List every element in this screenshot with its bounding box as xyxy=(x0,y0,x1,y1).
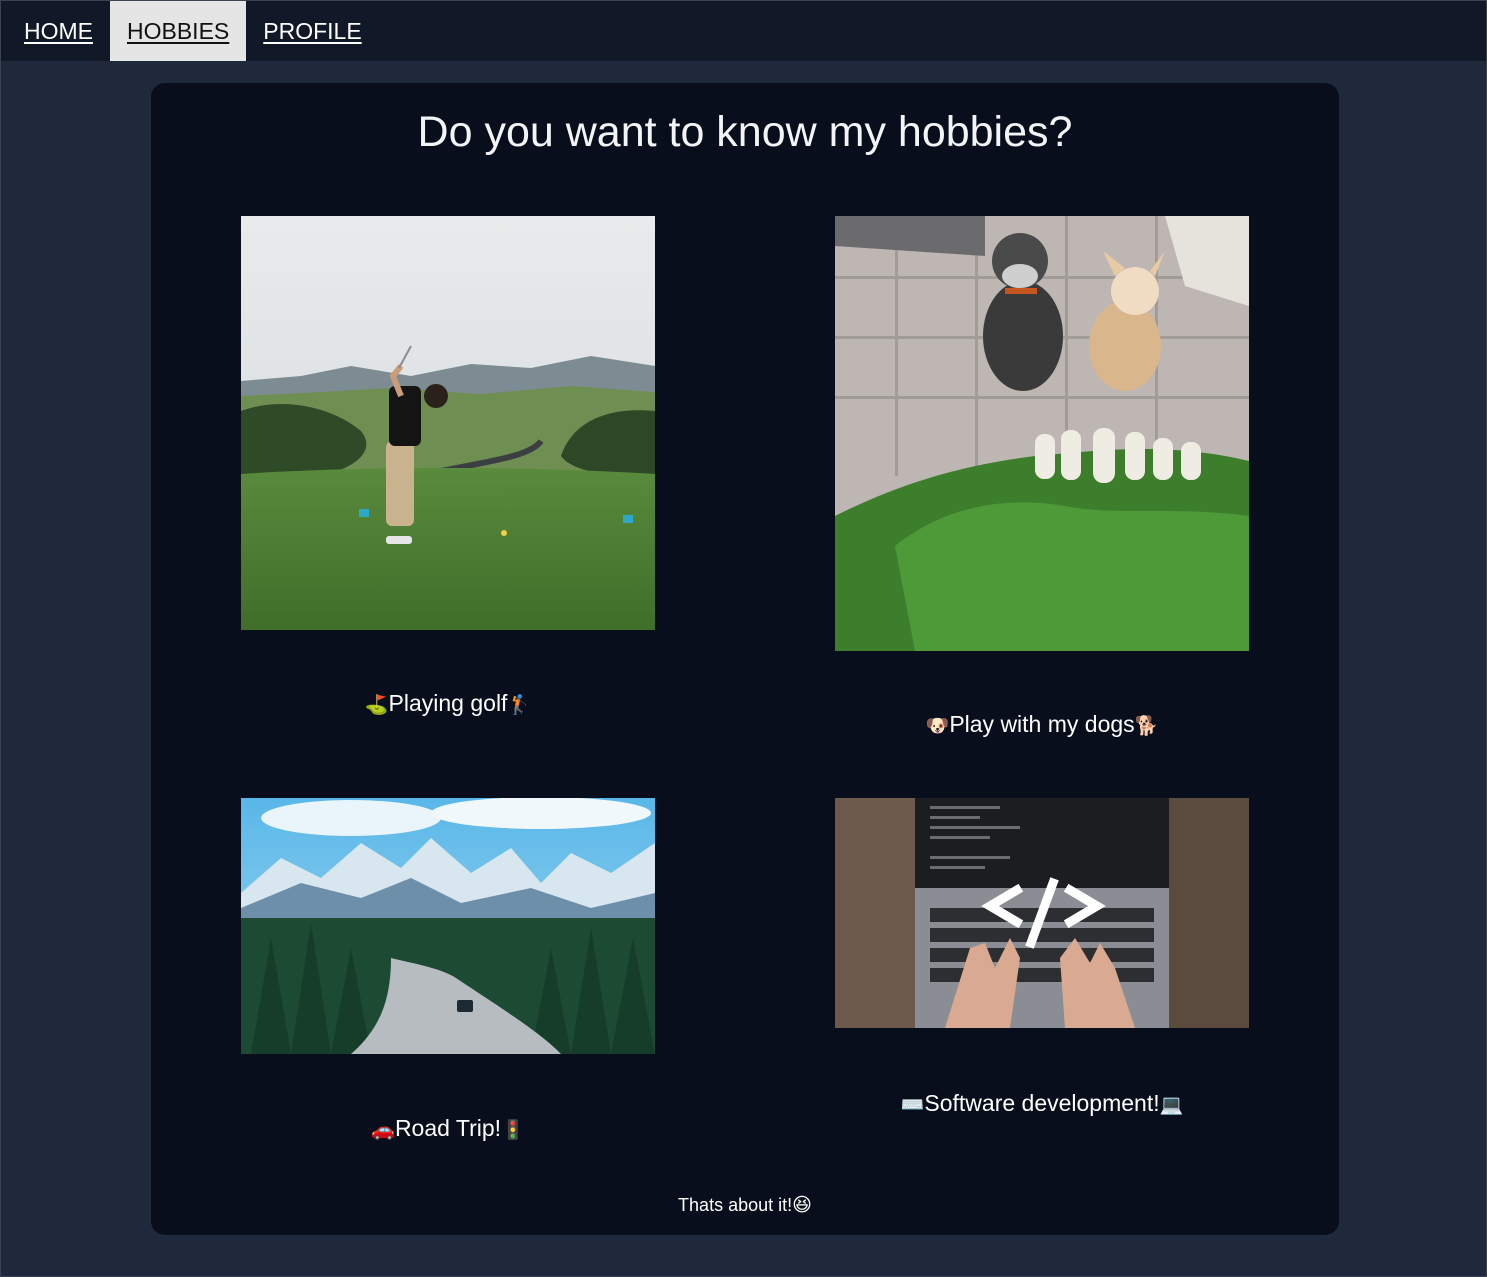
car-emoji: 🚗 xyxy=(371,1120,395,1141)
dog-face-emoji: 🐶 xyxy=(925,716,950,737)
dog-emoji: 🐕 xyxy=(1134,716,1159,737)
hobby-caption-road-trip: 🚗Road Trip!🚦 xyxy=(241,1115,655,1142)
nav-home-link[interactable]: HOME xyxy=(1,1,110,61)
hobby-label: Playing golf xyxy=(388,690,508,716)
footer-note: Thats about it!😆 xyxy=(151,1194,1339,1217)
hobby-caption-software: ⌨️Software development!💻 xyxy=(835,1090,1249,1117)
software-dev-photo xyxy=(835,798,1249,1028)
hobby-caption-dogs: 🐶Play with my dogs🐕 xyxy=(835,711,1249,738)
dogs-photo xyxy=(835,216,1249,651)
nav-hobbies-link[interactable]: HOBBIES xyxy=(110,1,247,61)
traffic-light-emoji: 🚦 xyxy=(501,1120,525,1141)
laughing-emoji: 😆 xyxy=(792,1195,812,1216)
hobby-caption-golf: ⛳Playing golf🏌️ xyxy=(241,690,655,717)
hobbies-card: Do you want to know my hobbies? ⛳Playing… xyxy=(151,83,1339,1235)
footer-text: Thats about it! xyxy=(678,1195,793,1215)
top-nav: HOME HOBBIES PROFILE xyxy=(1,1,1486,61)
hobby-label: Software development! xyxy=(924,1090,1160,1116)
nav-profile-link[interactable]: PROFILE xyxy=(246,1,378,61)
golf-photo xyxy=(241,216,655,630)
page-title: Do you want to know my hobbies? xyxy=(417,108,1073,156)
hobby-label: Play with my dogs xyxy=(949,711,1135,737)
golfer-emoji: 🏌️ xyxy=(507,695,532,716)
road-trip-photo xyxy=(241,798,655,1054)
keyboard-emoji: ⌨️ xyxy=(900,1095,925,1116)
laptop-emoji: 💻 xyxy=(1159,1095,1184,1116)
golf-flag-emoji: ⛳ xyxy=(364,695,389,716)
hobby-label: Road Trip! xyxy=(394,1115,502,1141)
